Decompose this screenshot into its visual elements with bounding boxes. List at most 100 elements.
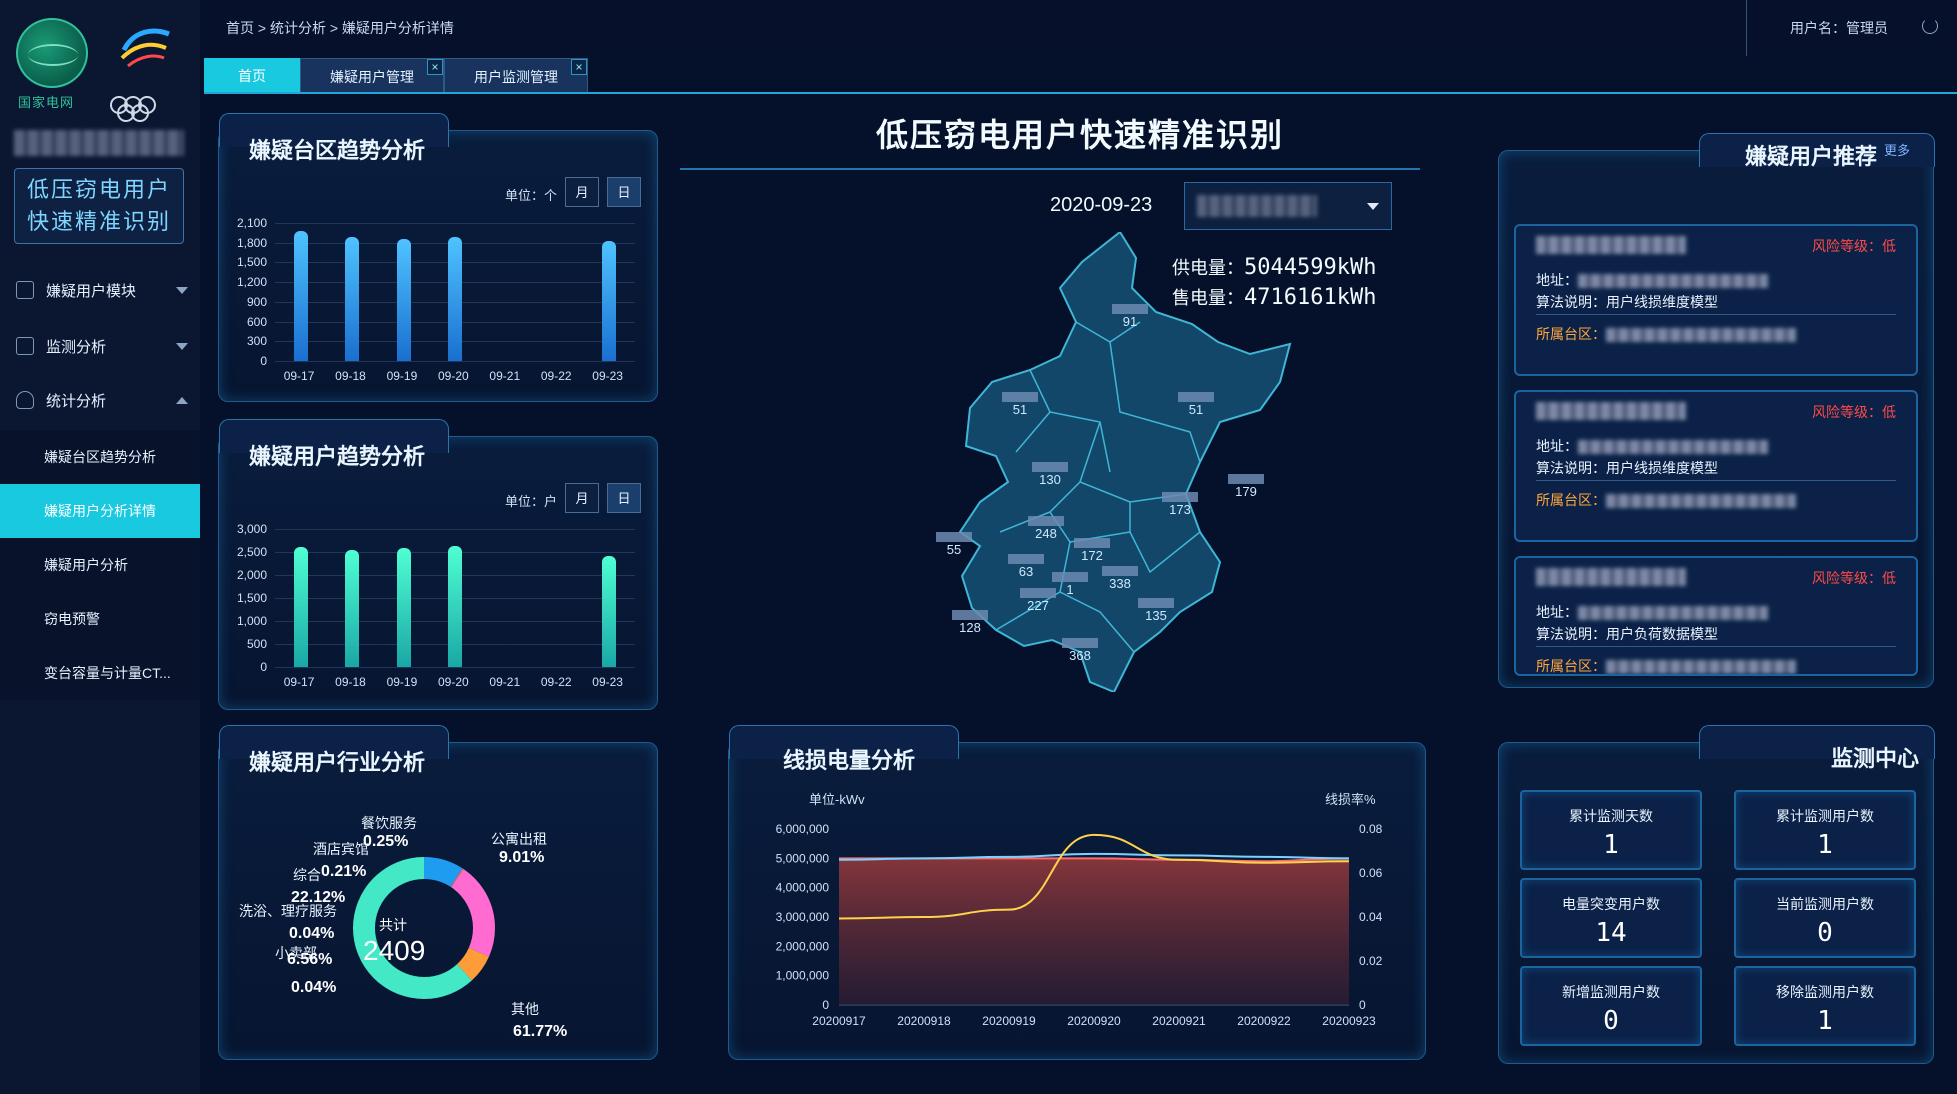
panel-title: 嫌疑用户行业分析 — [249, 750, 426, 775]
monitor-value: 1 — [1817, 830, 1833, 860]
lineloss-ytick-right: 0.04 — [1359, 910, 1383, 924]
user-trend-xtick: 09-22 — [540, 675, 572, 689]
lineloss-ytick-right: 0.08 — [1359, 822, 1383, 836]
close-icon[interactable]: × — [571, 59, 587, 75]
area-trend-ytick: 1,500 — [236, 255, 267, 270]
submenu-area-trend[interactable]: 嫌疑台区趋势分析 — [0, 430, 200, 484]
menu-suspect-module[interactable]: 嫌疑用户模块 — [0, 264, 200, 316]
address-blurred — [1578, 274, 1768, 289]
monitor-value: 14 — [1595, 918, 1627, 948]
area-trend-ytick: 2,100 — [236, 216, 267, 230]
area-trend-ytick: 0 — [260, 354, 267, 368]
suspect-name-blurred — [1536, 402, 1686, 420]
zone-blurred — [1606, 328, 1796, 343]
submenu-user-analysis-detail[interactable]: 嫌疑用户分析详情 — [0, 484, 200, 538]
lineloss-chart: 6,000,000 5,000,000 4,000,000 3,000,000 2,00… — [776, 822, 1383, 1028]
legend-label: 餐饮服务 — [361, 815, 417, 831]
menu-monitor-analysis[interactable]: 监测分析 — [0, 320, 200, 372]
panel-lineloss: 线损电量分析 单位-kWv 线损率% 6,000,000 5,000,000 4,0… — [728, 725, 1426, 1060]
chevron-up-icon — [176, 396, 188, 404]
tab-home[interactable]: 首页 — [204, 58, 300, 94]
zone-blurred — [1606, 494, 1796, 509]
address-blurred — [1578, 606, 1768, 621]
area-trend-bar — [345, 237, 360, 361]
risk-level: 风险等级：低 — [1812, 570, 1896, 586]
zone-label: 所属台区： — [1536, 326, 1606, 342]
address-line: 地址： — [1536, 436, 1768, 456]
monitor-value: 1 — [1817, 1006, 1833, 1036]
monitor-total-users: 累计监测用户数 1 — [1734, 790, 1916, 870]
more-link[interactable]: 更多 — [1884, 140, 1910, 159]
district-count: 173 — [1169, 502, 1191, 517]
district-name-blurred — [1162, 492, 1198, 502]
document-icon — [16, 337, 34, 355]
address-label: 地址： — [1536, 438, 1578, 454]
user-trend-ytick: 2,500 — [236, 545, 267, 559]
district-name-blurred — [1008, 554, 1044, 564]
user-trend-bar — [293, 547, 308, 667]
close-icon[interactable]: × — [427, 59, 443, 75]
lineloss-xtick: 20200922 — [1237, 1014, 1291, 1028]
menu-statistics[interactable]: 统计分析 — [0, 374, 200, 426]
system-title-line1: 低压窃电用户 — [26, 177, 171, 202]
district-name-blurred — [1052, 572, 1088, 582]
seg-day-button[interactable]: 日 — [607, 483, 641, 513]
logo-area: 国家电网 — [10, 10, 190, 122]
lineloss-xtick: 20200923 — [1322, 1014, 1376, 1028]
legend-percent: 9.01% — [499, 849, 545, 866]
legend-label: 洗浴、理疗服务 — [239, 903, 337, 919]
tab-suspect-management[interactable]: 嫌疑用户管理 × — [300, 58, 444, 94]
risk-level: 风险等级：低 — [1812, 238, 1896, 254]
suspect-card-2[interactable]: 风险等级：低 地址： 算法说明：用户线损维度模型 所属台区： — [1514, 390, 1918, 542]
unit-label: 单位：户 — [505, 494, 558, 509]
submenu-theft-warning[interactable]: 窃电预警 — [0, 592, 200, 646]
district-name-blurred — [1102, 566, 1138, 576]
seg-day-button[interactable]: 日 — [607, 177, 641, 207]
monitor-new-users: 新增监测用户数 0 — [1520, 966, 1702, 1046]
center-title: 低压窃电用户快速精准识别 — [876, 117, 1285, 153]
district-name-blurred — [936, 532, 972, 542]
monitor-value: 0 — [1603, 1006, 1619, 1036]
panel-industry: 嫌疑用户行业分析 共计 2409 公寓出租 9.01% 餐饮服务 0.25% 酒… — [218, 725, 658, 1060]
user-trend-xtick: 09-21 — [489, 675, 521, 689]
district-count: 55 — [947, 542, 961, 557]
lineloss-ytick-left: 2,000,000 — [776, 939, 830, 953]
monitor-label: 累计监测天数 — [1569, 808, 1653, 824]
suspect-card-1[interactable]: 风险等级：低 地址： 算法说明：用户线损维度模型 所属台区： — [1514, 224, 1918, 376]
monitor-value: 1 — [1603, 830, 1619, 860]
area-trend-xtick: 09-23 — [592, 369, 623, 383]
panel-title: 嫌疑台区趋势分析 — [249, 138, 426, 163]
lineloss-xtick: 20200920 — [1067, 1014, 1121, 1028]
region-select[interactable] — [1184, 182, 1392, 230]
seg-month-button[interactable]: 月 — [565, 177, 599, 207]
submenu-capacity-ct[interactable]: 变台容量与计量CT... — [0, 646, 200, 700]
panel-title: 监测中心 — [1831, 746, 1920, 771]
suspect-card-3[interactable]: 风险等级：低 地址： 算法说明：用户负荷数据模型 所属台区： — [1514, 556, 1918, 676]
shield-icon — [16, 391, 34, 409]
card-divider — [1536, 480, 1896, 481]
olympic-emblem-icon — [120, 28, 170, 68]
chevron-down-icon — [1367, 203, 1379, 210]
zone-label: 所属台区： — [1536, 492, 1606, 508]
beijing-district-map: 91 51 51 130 173 179 55 248 172 63 338 1 227 135 128 36… — [936, 232, 1292, 692]
district-count: 1 — [1066, 582, 1073, 597]
lineloss-ytick-left: 1,000,000 — [776, 969, 830, 983]
legend-percent: 0.25% — [363, 833, 409, 850]
monitor-removed-users: 移除监测用户数 1 — [1734, 966, 1916, 1046]
district-count: 172 — [1081, 548, 1103, 563]
district-name-blurred — [1074, 538, 1110, 548]
tab-user-monitoring[interactable]: 用户监测管理 × — [444, 58, 588, 94]
seg-month-button[interactable]: 月 — [565, 483, 599, 513]
district-name-blurred — [1112, 304, 1148, 314]
submenu-user-analysis[interactable]: 嫌疑用户分析 — [0, 538, 200, 592]
logout-icon[interactable] — [1922, 18, 1938, 34]
card-divider — [1536, 646, 1896, 647]
area-trend-xtick: 09-21 — [489, 369, 521, 383]
area-trend-gridline — [275, 361, 635, 362]
lineloss-ytick-left: 4,000,000 — [776, 881, 830, 895]
address-label: 地址： — [1536, 604, 1578, 620]
district-count: 338 — [1109, 576, 1131, 591]
area-trend-ytick: 900 — [246, 294, 267, 309]
username-label: 用户名：管理员 — [1790, 20, 1888, 36]
district-count: 227 — [1027, 598, 1049, 613]
